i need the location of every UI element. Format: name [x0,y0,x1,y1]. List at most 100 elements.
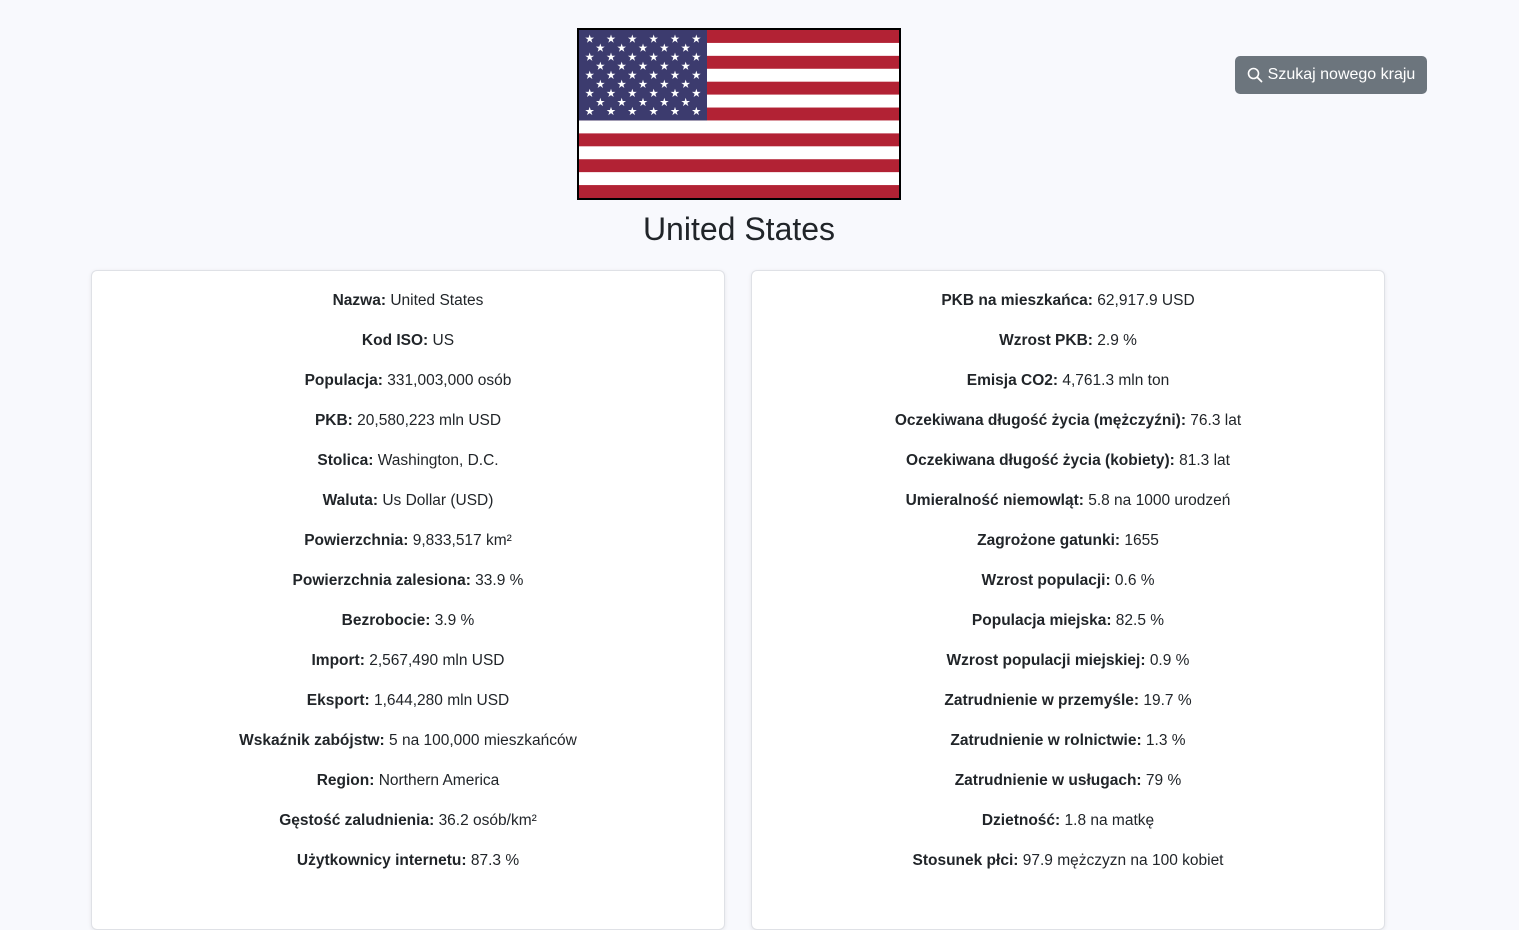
info-value: United States [390,292,484,309]
info-label: Stosunek płci: [912,852,1019,869]
info-label: Emisja CO2: [966,372,1059,389]
info-label: Zatrudnienie w usługach: [954,772,1142,789]
info-row: Bezrobocie: 3.9 % [92,609,724,649]
info-label: Wzrost PKB: [999,332,1093,349]
info-row: Zagrożone gatunki: 1655 [752,529,1384,569]
info-row: Wskaźnik zabójstw: 5 na 100,000 mieszkań… [92,729,724,769]
info-value: 87.3 % [470,852,520,869]
info-row: Zatrudnienie w przemyśle: 19.7 % [752,689,1384,729]
info-value: 0.9 % [1149,652,1190,669]
info-row: Umieralność niemowląt: 5.8 na 1000 urodz… [752,489,1384,529]
info-list-left: Nazwa: United States Kod ISO: US Populacja… [92,271,724,889]
info-row: Powierzchnia zalesiona: 33.9 % [92,569,724,609]
info-label: Gęstość zaludnienia: [279,812,435,829]
info-value: 1,644,280 mln USD [373,692,510,709]
info-value: 20,580,223 mln USD [357,412,502,429]
info-value: Us Dollar (USD) [382,492,494,509]
search-icon [1247,67,1263,83]
info-value: 5.8 na 1000 urodzeń [1088,492,1231,509]
info-label: Wskaźnik zabójstw: [239,732,385,749]
info-label: Nazwa: [332,292,387,309]
info-row: Region: Northern America [92,769,724,809]
info-row: Gęstość zaludnienia: 36.2 osób/km² [92,809,724,849]
info-value: 3.9 % [434,612,475,629]
info-value: 9,833,517 km² [412,532,512,549]
info-value: 4,761.3 mln ton [1062,372,1170,389]
info-label: Oczekiwana długość życia (kobiety): [906,452,1175,469]
info-row: Nazwa: United States [92,289,724,329]
info-row: Kod ISO: US [92,329,724,369]
country-info-card-left: Nazwa: United States Kod ISO: US Populacja… [91,270,725,930]
info-row: PKB na mieszkańca: 62,917.9 USD [752,289,1384,329]
info-label: Wzrost populacji miejskiej: [946,652,1146,669]
info-value: 82.5 % [1115,612,1165,629]
info-row: Import: 2,567,490 mln USD [92,649,724,689]
info-value: US [432,332,455,349]
info-row: Waluta: Us Dollar (USD) [92,489,724,529]
info-label: Oczekiwana długość życia (mężczyźni): [894,412,1186,429]
info-row: Wzrost populacji: 0.6 % [752,569,1384,609]
info-label: Powierzchnia zalesiona: [292,572,471,589]
info-value: 36.2 osób/km² [438,812,537,829]
info-value: 97.9 mężczyzn na 100 kobiet [1022,852,1224,869]
info-label: Zatrudnienie w rolnictwie: [950,732,1142,749]
info-row: Zatrudnienie w usługach: 79 % [752,769,1384,809]
info-value: 79 % [1145,772,1182,789]
search-button-label: Szukaj nowego kraju [1267,66,1416,83]
country-info-card-right: PKB na mieszkańca: 62,917.9 USD Wzrost PK… [751,270,1385,930]
info-value: 2.9 % [1097,332,1137,349]
info-label: Populacja: [304,372,383,389]
info-label: Region: [316,772,375,789]
info-value: 1.3 % [1145,732,1186,749]
info-label: Eksport: [306,692,370,709]
country-title: United States [642,211,836,247]
info-value: 331,003,000 osób [387,372,512,389]
info-row: Użytkownicy internetu: 87.3 % [92,849,724,889]
info-row: PKB: 20,580,223 mln USD [92,409,724,449]
info-label: Umieralność niemowląt: [905,492,1084,509]
info-value: 0.6 % [1114,572,1155,589]
info-label: Powierzchnia: [304,532,409,549]
info-label: PKB na mieszkańca: [941,292,1093,309]
info-row: Wzrost PKB: 2.9 % [752,329,1384,369]
info-row: Populacja: 331,003,000 osób [92,369,724,409]
info-value: 19.7 % [1143,692,1192,709]
info-row: Stolica: Washington, D.C. [92,449,724,489]
info-label: Stolica: [317,452,374,469]
info-label: Wzrost populacji: [981,572,1111,589]
info-row: Powierzchnia: 9,833,517 km² [92,529,724,569]
info-row: Stosunek płci: 97.9 mężczyzn na 100 kobi… [752,849,1384,889]
info-value: 76.3 lat [1190,412,1242,429]
info-label: Waluta: [322,492,378,509]
info-value: 1655 [1124,532,1159,549]
info-label: Kod ISO: [361,332,429,349]
info-value: 5 na 100,000 mieszkańców [389,732,577,749]
info-row: Oczekiwana długość życia (mężczyźni): 76… [752,409,1384,449]
info-list-right: PKB na mieszkańca: 62,917.9 USD Wzrost PK… [752,271,1384,889]
us-flag-icon [579,30,899,198]
info-label: Bezrobocie: [341,612,431,629]
info-label: Zatrudnienie w przemyśle: [944,692,1140,709]
info-value: 33.9 % [475,572,524,589]
info-value: 1.8 na matkę [1064,812,1155,829]
info-value: Washington, D.C. [377,452,499,469]
info-row: Wzrost populacji miejskiej: 0.9 % [752,649,1384,689]
info-value: 81.3 lat [1179,452,1230,469]
info-label: Dzietność: [981,812,1061,829]
info-label: Zagrożone gatunki: [977,532,1121,549]
info-label: Populacja miejska: [971,612,1112,629]
search-new-country-button[interactable]: Szukaj nowego kraju [1235,56,1427,94]
info-value: Northern America [378,772,500,789]
info-row: Zatrudnienie w rolnictwie: 1.3 % [752,729,1384,769]
info-row: Emisja CO2: 4,761.3 mln ton [752,369,1384,409]
info-label: Import: [311,652,365,669]
info-label: PKB: [314,412,353,429]
info-label: Użytkownicy internetu: [296,852,467,869]
info-row: Populacja miejska: 82.5 % [752,609,1384,649]
info-value: 62,917.9 USD [1097,292,1195,309]
info-row: Dzietność: 1.8 na matkę [752,809,1384,849]
info-row: Oczekiwana długość życia (kobiety): 81.3… [752,449,1384,489]
country-flag [577,28,901,200]
info-value: 2,567,490 mln USD [369,652,505,669]
info-row: Eksport: 1,644,280 mln USD [92,689,724,729]
